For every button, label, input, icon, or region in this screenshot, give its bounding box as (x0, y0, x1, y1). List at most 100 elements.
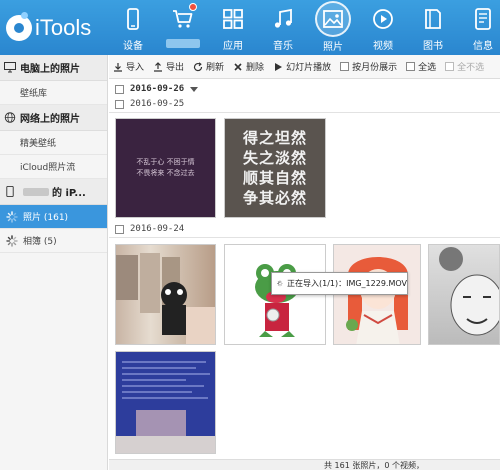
frog-sticker-photo (255, 264, 299, 337)
checkbox[interactable] (115, 84, 124, 94)
photo-icon (315, 1, 351, 37)
import-icon (114, 62, 122, 72)
nav-photos-label: 照片 (323, 42, 343, 53)
sidebar-item-icloud-stream[interactable]: iCloud照片流 (0, 155, 107, 179)
anime-girl-photo (346, 257, 408, 344)
notification-badge (189, 3, 197, 11)
monitor-icon (4, 62, 16, 73)
sidebar-group-computer[interactable]: 电脑上的照片 (0, 55, 107, 81)
checkbox[interactable] (406, 62, 416, 71)
loading-spinner-icon (6, 234, 18, 247)
itools-logo-icon (6, 12, 32, 41)
main-nav: 设备 应用 音乐 照片 视频 图书 信息 (108, 0, 500, 55)
date-filter-dropdown[interactable]: 2016-09-26 (115, 82, 199, 96)
thumbnail-text-line: 顺其自然 (242, 169, 307, 187)
refresh-button[interactable]: 刷新 (193, 60, 224, 73)
refresh-label: 刷新 (206, 63, 225, 73)
import-progress-text: 正在导入(1/1)：IMG_1229.MOV (286, 279, 407, 288)
sidebar-group-online[interactable]: 网络上的照片 (0, 105, 107, 131)
nav-device[interactable]: 设备 (108, 0, 158, 55)
import-button[interactable]: 导入 (113, 60, 144, 73)
photo-thumbnail[interactable] (115, 351, 216, 454)
chevron-down-icon (190, 86, 199, 92)
sidebar-item-label: 照片 (161) (23, 213, 69, 223)
nav-photos[interactable]: 照片 (308, 0, 358, 55)
by-month-label: 按月份展示 (352, 63, 398, 73)
sidebar-item-label: 壁纸库 (20, 89, 48, 99)
divider (109, 112, 500, 113)
nav-store-label-blurred (166, 39, 200, 48)
sidebar: 电脑上的照片 壁纸库 网络上的照片 精美壁纸 iCloud照片流 的 iP...… (0, 55, 108, 470)
top-bar: iTools 设备 应用 音乐 照片 视频 图书 信息 (0, 0, 500, 55)
photo-thumbnail[interactable] (115, 244, 216, 345)
selected-date: 2016-09-26 (130, 84, 185, 94)
app-logo: iTools (6, 8, 91, 48)
checkbox[interactable] (115, 99, 124, 109)
nav-messages-label: 信息 (473, 41, 493, 52)
nav-video[interactable]: 视频 (358, 0, 408, 55)
meme-face-photo (439, 247, 499, 336)
delete-label: 删除 (246, 63, 265, 73)
sidebar-item-label: 精美壁纸 (20, 139, 57, 149)
thumbnail-text-line: 不乱于心 不困于情 (136, 158, 195, 166)
sidebar-item-wallpaper-library[interactable]: 壁纸库 (0, 81, 107, 105)
select-all-label: 全选 (418, 63, 437, 73)
sidebar-item-featured-wallpaper[interactable]: 精美壁纸 (0, 131, 107, 155)
play-icon (275, 62, 283, 71)
message-icon (469, 5, 497, 33)
nav-messages[interactable]: 信息 (458, 0, 500, 55)
import-label: 导入 (126, 63, 145, 73)
delete-icon (234, 62, 242, 71)
photo-thumbnail[interactable]: 得之坦然 失之淡然 顺其自然 争其必然 (224, 118, 326, 218)
by-month-checkbox[interactable]: 按月份展示 (340, 60, 397, 73)
sidebar-group-device-label: 的 iP... (52, 188, 86, 199)
date-group-label: 2016-09-24 (130, 224, 185, 234)
sidebar-group-online-label: 网络上的照片 (20, 114, 80, 125)
photo-thumbnail[interactable]: 不乱于心 不困于情 不畏将来 不念过去 (115, 118, 216, 218)
export-button[interactable]: 导出 (153, 60, 184, 73)
nav-device-label: 设备 (123, 41, 143, 52)
delete-button[interactable]: 删除 (233, 60, 264, 73)
date-group-header[interactable]: 2016-09-24 (115, 222, 184, 236)
apps-icon (219, 5, 247, 33)
slideshow-button[interactable]: 幻灯片播放 (273, 60, 331, 73)
slideshow-label: 幻灯片播放 (286, 63, 332, 73)
date-group-header[interactable]: 2016-09-25 (115, 97, 184, 111)
date-group-label: 2016-09-25 (130, 99, 185, 109)
sidebar-group-device[interactable]: 的 iP... (0, 179, 107, 205)
unselect-all-label: 全不选 (457, 63, 485, 73)
sidebar-group-computer-label: 电脑上的照片 (20, 64, 80, 75)
checkbox[interactable] (115, 224, 124, 234)
logo-text: iTools (35, 15, 92, 40)
status-bar: 共 161 张照片，0 个视频， (109, 459, 500, 470)
thumbnail-text-line: 争其必然 (242, 189, 307, 207)
photo-thumbnail[interactable] (428, 244, 500, 345)
checkbox[interactable] (445, 62, 455, 71)
thumbnail-text-line: 不畏将来 不念过去 (136, 169, 195, 177)
thumbnail-text-line: 得之坦然 (242, 129, 307, 147)
kumamon-photo (116, 253, 215, 344)
photo-toolbar: 导入 导出 刷新 删除 幻灯片播放 按月份展示 全选 全不选 (109, 55, 500, 79)
checkbox[interactable] (340, 62, 350, 71)
nav-music[interactable]: 音乐 (258, 0, 308, 55)
bsod-screen-photo (116, 361, 215, 453)
nav-store[interactable] (158, 0, 208, 55)
nav-apps-label: 应用 (223, 41, 243, 52)
nav-video-label: 视频 (373, 41, 393, 52)
divider (109, 237, 500, 238)
video-icon (369, 5, 397, 33)
sidebar-item-albums[interactable]: 相簿 (5) (0, 229, 107, 253)
sidebar-item-photos[interactable]: 照片 (161) (0, 205, 107, 229)
nav-books[interactable]: 图书 (408, 0, 458, 55)
music-icon (269, 5, 297, 33)
import-progress-tooltip: 正在导入(1/1)：IMG_1229.MOV (271, 272, 408, 295)
unselect-all-checkbox[interactable]: 全不选 (445, 60, 484, 73)
select-all-checkbox[interactable]: 全选 (406, 60, 436, 73)
refresh-icon (193, 61, 203, 71)
nav-apps[interactable]: 应用 (208, 0, 258, 55)
export-label: 导出 (166, 63, 185, 73)
phone-icon (119, 5, 147, 33)
nav-books-label: 图书 (423, 41, 443, 52)
sidebar-item-label: iCloud照片流 (20, 163, 76, 173)
sidebar-item-label: 相簿 (5) (23, 237, 57, 247)
